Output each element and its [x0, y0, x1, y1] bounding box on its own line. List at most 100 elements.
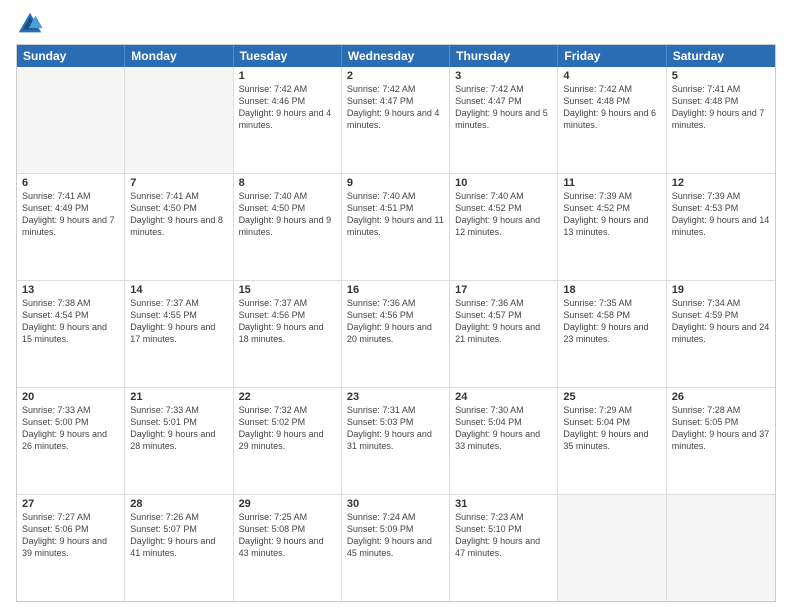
calendar-cell: 16Sunrise: 7:36 AM Sunset: 4:56 PM Dayli…	[342, 281, 450, 387]
day-number: 27	[22, 498, 119, 510]
day-number: 5	[672, 70, 770, 82]
cell-info: Sunrise: 7:35 AM Sunset: 4:58 PM Dayligh…	[563, 297, 660, 346]
calendar-cell	[125, 67, 233, 173]
calendar: SundayMondayTuesdayWednesdayThursdayFrid…	[16, 44, 776, 602]
calendar-cell: 26Sunrise: 7:28 AM Sunset: 5:05 PM Dayli…	[667, 388, 775, 494]
page: SundayMondayTuesdayWednesdayThursdayFrid…	[0, 0, 792, 612]
day-number: 24	[455, 391, 552, 403]
cell-info: Sunrise: 7:33 AM Sunset: 5:00 PM Dayligh…	[22, 404, 119, 453]
cell-info: Sunrise: 7:30 AM Sunset: 5:04 PM Dayligh…	[455, 404, 552, 453]
cell-info: Sunrise: 7:41 AM Sunset: 4:48 PM Dayligh…	[672, 83, 770, 132]
cell-info: Sunrise: 7:25 AM Sunset: 5:08 PM Dayligh…	[239, 511, 336, 560]
cell-info: Sunrise: 7:41 AM Sunset: 4:50 PM Dayligh…	[130, 190, 227, 239]
day-number: 1	[239, 70, 336, 82]
calendar-cell: 19Sunrise: 7:34 AM Sunset: 4:59 PM Dayli…	[667, 281, 775, 387]
cell-info: Sunrise: 7:39 AM Sunset: 4:52 PM Dayligh…	[563, 190, 660, 239]
day-number: 26	[672, 391, 770, 403]
calendar-cell: 21Sunrise: 7:33 AM Sunset: 5:01 PM Dayli…	[125, 388, 233, 494]
cell-info: Sunrise: 7:42 AM Sunset: 4:48 PM Dayligh…	[563, 83, 660, 132]
calendar-cell: 6Sunrise: 7:41 AM Sunset: 4:49 PM Daylig…	[17, 174, 125, 280]
day-number: 12	[672, 177, 770, 189]
calendar-cell: 20Sunrise: 7:33 AM Sunset: 5:00 PM Dayli…	[17, 388, 125, 494]
calendar-header: SundayMondayTuesdayWednesdayThursdayFrid…	[17, 45, 775, 67]
calendar-cell: 11Sunrise: 7:39 AM Sunset: 4:52 PM Dayli…	[558, 174, 666, 280]
calendar-cell: 27Sunrise: 7:27 AM Sunset: 5:06 PM Dayli…	[17, 495, 125, 601]
weekday-header: Wednesday	[342, 45, 450, 67]
calendar-cell: 9Sunrise: 7:40 AM Sunset: 4:51 PM Daylig…	[342, 174, 450, 280]
cell-info: Sunrise: 7:36 AM Sunset: 4:57 PM Dayligh…	[455, 297, 552, 346]
day-number: 15	[239, 284, 336, 296]
day-number: 16	[347, 284, 444, 296]
cell-info: Sunrise: 7:34 AM Sunset: 4:59 PM Dayligh…	[672, 297, 770, 346]
cell-info: Sunrise: 7:40 AM Sunset: 4:50 PM Dayligh…	[239, 190, 336, 239]
logo-icon	[16, 10, 44, 38]
day-number: 9	[347, 177, 444, 189]
cell-info: Sunrise: 7:37 AM Sunset: 4:55 PM Dayligh…	[130, 297, 227, 346]
weekday-header: Saturday	[667, 45, 775, 67]
cell-info: Sunrise: 7:36 AM Sunset: 4:56 PM Dayligh…	[347, 297, 444, 346]
cell-info: Sunrise: 7:39 AM Sunset: 4:53 PM Dayligh…	[672, 190, 770, 239]
cell-info: Sunrise: 7:42 AM Sunset: 4:46 PM Dayligh…	[239, 83, 336, 132]
calendar-cell: 24Sunrise: 7:30 AM Sunset: 5:04 PM Dayli…	[450, 388, 558, 494]
day-number: 6	[22, 177, 119, 189]
day-number: 7	[130, 177, 227, 189]
header	[16, 10, 776, 38]
cell-info: Sunrise: 7:42 AM Sunset: 4:47 PM Dayligh…	[455, 83, 552, 132]
day-number: 14	[130, 284, 227, 296]
cell-info: Sunrise: 7:26 AM Sunset: 5:07 PM Dayligh…	[130, 511, 227, 560]
calendar-body: 1Sunrise: 7:42 AM Sunset: 4:46 PM Daylig…	[17, 67, 775, 601]
cell-info: Sunrise: 7:42 AM Sunset: 4:47 PM Dayligh…	[347, 83, 444, 132]
calendar-cell: 10Sunrise: 7:40 AM Sunset: 4:52 PM Dayli…	[450, 174, 558, 280]
calendar-row: 20Sunrise: 7:33 AM Sunset: 5:00 PM Dayli…	[17, 388, 775, 495]
calendar-cell: 29Sunrise: 7:25 AM Sunset: 5:08 PM Dayli…	[234, 495, 342, 601]
calendar-cell: 1Sunrise: 7:42 AM Sunset: 4:46 PM Daylig…	[234, 67, 342, 173]
weekday-header: Tuesday	[234, 45, 342, 67]
day-number: 8	[239, 177, 336, 189]
day-number: 18	[563, 284, 660, 296]
calendar-cell: 28Sunrise: 7:26 AM Sunset: 5:07 PM Dayli…	[125, 495, 233, 601]
day-number: 2	[347, 70, 444, 82]
weekday-header: Thursday	[450, 45, 558, 67]
day-number: 22	[239, 391, 336, 403]
calendar-cell: 25Sunrise: 7:29 AM Sunset: 5:04 PM Dayli…	[558, 388, 666, 494]
calendar-cell: 8Sunrise: 7:40 AM Sunset: 4:50 PM Daylig…	[234, 174, 342, 280]
logo	[16, 10, 48, 38]
calendar-cell: 12Sunrise: 7:39 AM Sunset: 4:53 PM Dayli…	[667, 174, 775, 280]
day-number: 13	[22, 284, 119, 296]
cell-info: Sunrise: 7:23 AM Sunset: 5:10 PM Dayligh…	[455, 511, 552, 560]
calendar-cell: 17Sunrise: 7:36 AM Sunset: 4:57 PM Dayli…	[450, 281, 558, 387]
cell-info: Sunrise: 7:28 AM Sunset: 5:05 PM Dayligh…	[672, 404, 770, 453]
calendar-cell: 31Sunrise: 7:23 AM Sunset: 5:10 PM Dayli…	[450, 495, 558, 601]
cell-info: Sunrise: 7:29 AM Sunset: 5:04 PM Dayligh…	[563, 404, 660, 453]
day-number: 28	[130, 498, 227, 510]
calendar-cell: 7Sunrise: 7:41 AM Sunset: 4:50 PM Daylig…	[125, 174, 233, 280]
cell-info: Sunrise: 7:38 AM Sunset: 4:54 PM Dayligh…	[22, 297, 119, 346]
calendar-row: 27Sunrise: 7:27 AM Sunset: 5:06 PM Dayli…	[17, 495, 775, 601]
calendar-cell	[17, 67, 125, 173]
calendar-cell: 2Sunrise: 7:42 AM Sunset: 4:47 PM Daylig…	[342, 67, 450, 173]
cell-info: Sunrise: 7:33 AM Sunset: 5:01 PM Dayligh…	[130, 404, 227, 453]
day-number: 19	[672, 284, 770, 296]
calendar-cell: 15Sunrise: 7:37 AM Sunset: 4:56 PM Dayli…	[234, 281, 342, 387]
day-number: 17	[455, 284, 552, 296]
calendar-cell: 22Sunrise: 7:32 AM Sunset: 5:02 PM Dayli…	[234, 388, 342, 494]
cell-info: Sunrise: 7:40 AM Sunset: 4:52 PM Dayligh…	[455, 190, 552, 239]
calendar-cell: 18Sunrise: 7:35 AM Sunset: 4:58 PM Dayli…	[558, 281, 666, 387]
calendar-row: 13Sunrise: 7:38 AM Sunset: 4:54 PM Dayli…	[17, 281, 775, 388]
calendar-row: 1Sunrise: 7:42 AM Sunset: 4:46 PM Daylig…	[17, 67, 775, 174]
day-number: 23	[347, 391, 444, 403]
calendar-cell: 30Sunrise: 7:24 AM Sunset: 5:09 PM Dayli…	[342, 495, 450, 601]
cell-info: Sunrise: 7:40 AM Sunset: 4:51 PM Dayligh…	[347, 190, 444, 239]
cell-info: Sunrise: 7:31 AM Sunset: 5:03 PM Dayligh…	[347, 404, 444, 453]
calendar-cell: 14Sunrise: 7:37 AM Sunset: 4:55 PM Dayli…	[125, 281, 233, 387]
day-number: 11	[563, 177, 660, 189]
day-number: 29	[239, 498, 336, 510]
day-number: 21	[130, 391, 227, 403]
day-number: 30	[347, 498, 444, 510]
day-number: 25	[563, 391, 660, 403]
calendar-row: 6Sunrise: 7:41 AM Sunset: 4:49 PM Daylig…	[17, 174, 775, 281]
weekday-header: Sunday	[17, 45, 125, 67]
calendar-cell: 5Sunrise: 7:41 AM Sunset: 4:48 PM Daylig…	[667, 67, 775, 173]
calendar-cell: 13Sunrise: 7:38 AM Sunset: 4:54 PM Dayli…	[17, 281, 125, 387]
calendar-cell: 4Sunrise: 7:42 AM Sunset: 4:48 PM Daylig…	[558, 67, 666, 173]
